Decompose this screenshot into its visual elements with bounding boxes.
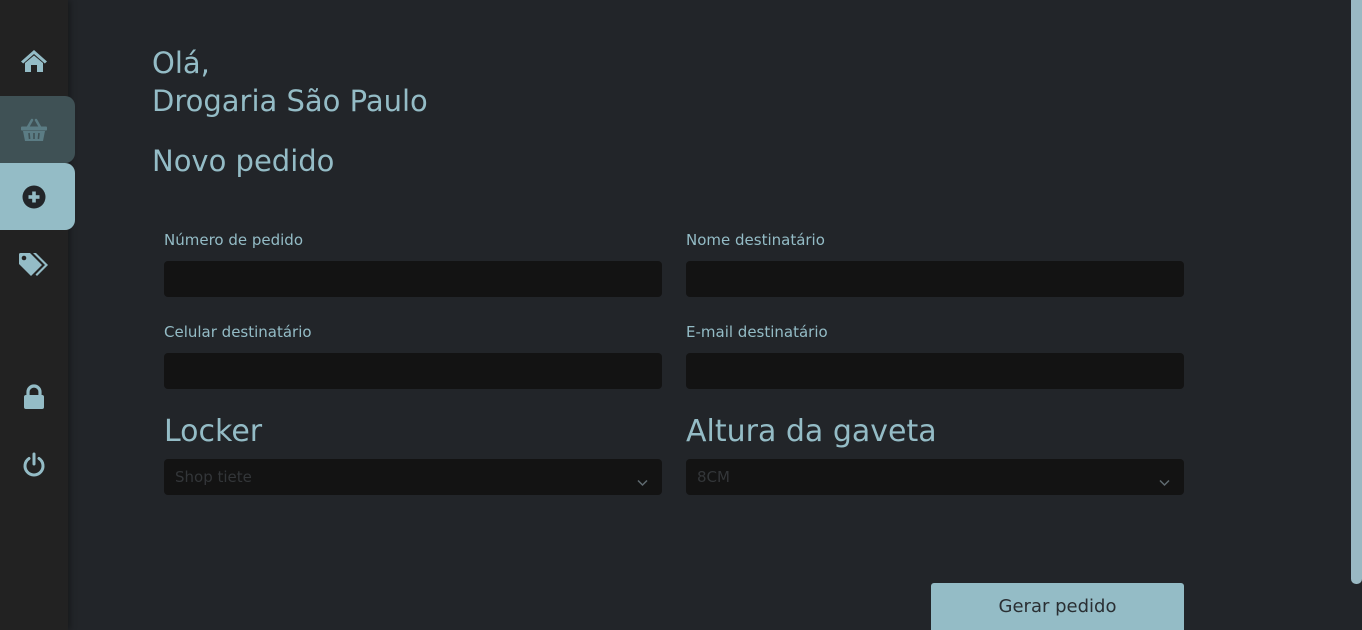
- basket-icon: [20, 118, 48, 142]
- drawer-height-select-value: 8CM: [697, 468, 730, 486]
- order-number-field: Número de pedido: [164, 231, 662, 297]
- recipient-phone-input[interactable]: [164, 353, 662, 389]
- locker-field: Locker Shop tiete: [164, 414, 662, 495]
- tags-icon: [18, 252, 50, 278]
- sidebar-item-lock[interactable]: [0, 363, 75, 430]
- order-number-input[interactable]: [164, 261, 662, 297]
- sidebar-item-home[interactable]: [0, 27, 75, 94]
- sidebar: [0, 0, 75, 630]
- order-number-label: Número de pedido: [164, 231, 304, 249]
- greeting-line-1: Olá,: [152, 46, 210, 80]
- scrollbar[interactable]: [1351, 0, 1362, 584]
- plus-circle-icon: [22, 185, 46, 209]
- sidebar-item-orders[interactable]: [0, 96, 75, 163]
- drawer-height-label: Altura da gaveta: [686, 414, 937, 449]
- chevron-down-icon: [637, 472, 648, 491]
- greeting: Olá, Drogaria São Paulo: [152, 44, 428, 120]
- main-content: Olá, Drogaria São Paulo Novo pedido Númer…: [68, 0, 1362, 630]
- locker-label: Locker: [164, 414, 263, 449]
- sidebar-item-logout[interactable]: [0, 431, 75, 498]
- locker-select[interactable]: Shop tiete: [164, 459, 662, 495]
- recipient-email-field: E-mail destinatário: [686, 323, 1184, 389]
- recipient-name-label: Nome destinatário: [686, 231, 825, 249]
- home-icon: [20, 49, 48, 73]
- recipient-phone-field: Celular destinatário: [164, 323, 662, 389]
- drawer-height-select[interactable]: 8CM: [686, 459, 1184, 495]
- lock-icon: [23, 383, 45, 410]
- recipient-name-input[interactable]: [686, 261, 1184, 297]
- drawer-height-field: Altura da gaveta 8CM: [686, 414, 1184, 495]
- store-name: Drogaria São Paulo: [152, 84, 428, 118]
- generate-order-button[interactable]: Gerar pedido: [931, 583, 1184, 630]
- recipient-email-label: E-mail destinatário: [686, 323, 828, 341]
- locker-select-value: Shop tiete: [175, 468, 252, 486]
- power-icon: [22, 452, 46, 478]
- sidebar-item-tags[interactable]: [0, 231, 75, 298]
- recipient-name-field: Nome destinatário: [686, 231, 1184, 297]
- recipient-email-input[interactable]: [686, 353, 1184, 389]
- recipient-phone-label: Celular destinatário: [164, 323, 312, 341]
- page-title: Novo pedido: [152, 144, 335, 178]
- chevron-down-icon: [1159, 472, 1170, 491]
- sidebar-item-new-order[interactable]: [0, 163, 75, 230]
